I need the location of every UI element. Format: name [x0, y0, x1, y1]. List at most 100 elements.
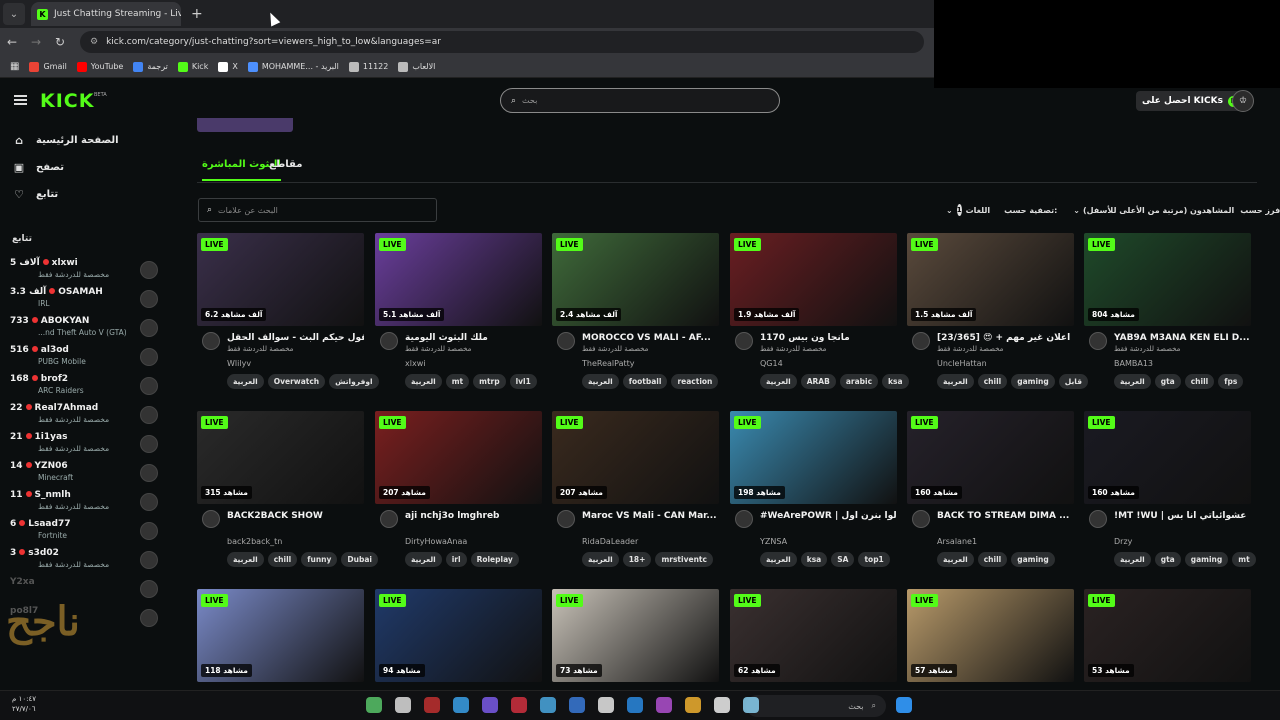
tag-chip[interactable]: العربية: [760, 374, 797, 389]
tag-chip[interactable]: gaming: [1184, 552, 1229, 567]
taskbar-app-icon[interactable]: [366, 697, 382, 713]
sidebar-channel-abokyan[interactable]: 733 ABOKYAN ...nd Theft Auto V (GTA): [10, 316, 162, 344]
tag-chip[interactable]: football: [622, 374, 668, 389]
channel-name[interactable]: Wlilyv: [227, 359, 251, 368]
url-field[interactable]: ⚙ kick.com/category/just-chatting?sort=v…: [80, 31, 924, 53]
stream-title[interactable]: MOROCCO VS MALI - AF...: [582, 333, 719, 343]
stream-thumbnail[interactable]: LIVE 5.1 آلف مشاهد: [375, 233, 542, 326]
taskbar-clock[interactable]: ١٠:٤٧ م ٢٧/٧/٠٦: [12, 694, 36, 714]
tag-chip[interactable]: العربية: [937, 374, 974, 389]
bookmark-item[interactable]: ترجمة: [133, 61, 168, 72]
stream-category[interactable]: مخصصة للدردشة فقط: [760, 345, 826, 353]
sidebar-item-browse[interactable]: ▣ تصفح: [12, 161, 64, 174]
stream-card[interactable]: LIVE 1.9 آلف مشاهد 1170 مانجا ون بيس مخصصة …: [730, 233, 909, 393]
tag-chip[interactable]: العربية: [1114, 374, 1151, 389]
tag-chip[interactable]: fps: [1218, 374, 1244, 389]
tab-clips[interactable]: مقاطع: [269, 159, 302, 170]
user-avatar[interactable]: ♔: [1232, 90, 1254, 112]
stream-card[interactable]: LIVE 6.2 آلف مشاهد يكرم ويقول حيكم البث - …: [197, 233, 379, 393]
channel-name[interactable]: DirtyHowaAnaa: [405, 537, 467, 546]
forward-arrow-icon[interactable]: →: [24, 35, 48, 49]
taskbar-app-icon[interactable]: [569, 697, 585, 713]
tag-chip[interactable]: Overwatch: [267, 374, 326, 389]
tag-chip[interactable]: mt: [445, 374, 470, 389]
taskbar-app-icon[interactable]: [627, 697, 643, 713]
stream-category[interactable]: مخصصة للدردشة فقط: [582, 345, 648, 353]
stream-title[interactable]: #WeArePOWR | تعالوا بنرن اول: [760, 511, 897, 521]
stream-thumbnail[interactable]: LIVE 160 مشاهد: [907, 411, 1074, 504]
tag-chip[interactable]: العربية: [227, 374, 264, 389]
tag-chip[interactable]: chill: [1184, 374, 1215, 389]
channel-avatar[interactable]: [380, 510, 398, 528]
channel-avatar[interactable]: [557, 332, 575, 350]
stream-card[interactable]: LIVE 315 مشاهد BACK2BACK SHOW back2back_tn ا…: [197, 411, 378, 571]
channel-avatar[interactable]: [912, 332, 930, 350]
sidebar-channel-1i1yas[interactable]: 21 1i1yas مخصصة للدردشة فقط: [10, 432, 162, 460]
channel-avatar[interactable]: [912, 510, 930, 528]
stream-card[interactable]: LIVE 804 مشاهد YAB9A M3ANA KEN ELI D... مخص…: [1084, 233, 1251, 393]
tab-search-chevron-icon[interactable]: ⌄: [3, 3, 25, 25]
stream-thumbnail[interactable]: LIVE 207 مشاهد: [375, 411, 542, 504]
channel-name[interactable]: YZNSA: [760, 537, 787, 546]
taskbar-app-icon[interactable]: [482, 697, 498, 713]
tag-chip[interactable]: mtrp: [473, 374, 506, 389]
tag-chip[interactable]: ARAB: [800, 374, 836, 389]
sidebar-channel-al3od[interactable]: 516 al3od PUBG Mobile: [10, 345, 162, 373]
stream-card[interactable]: LIVE 1.5 آلف مشاهد [23/365] 😍 + اعلان غير …: [907, 233, 1088, 393]
taskbar-search[interactable]: بحث ⌕: [746, 695, 886, 717]
stream-title[interactable]: !MT !WU | عشوائياتي انا بس: [1114, 511, 1251, 521]
site-search-input[interactable]: ⌕ بحث: [500, 88, 780, 113]
windows-start-icon[interactable]: [896, 697, 912, 713]
site-info-icon[interactable]: ⚙: [90, 37, 98, 47]
stream-thumbnail[interactable]: LIVE 160 مشاهد: [1084, 411, 1251, 504]
channel-avatar[interactable]: [380, 332, 398, 350]
stream-title[interactable]: [23/365] 😍 + اعلان غير مهم ...: [937, 333, 1074, 343]
stream-thumbnail[interactable]: LIVE 6.2 آلف مشاهد: [197, 233, 364, 326]
stream-title[interactable]: aji nchj3o lmghreb: [405, 511, 542, 521]
apps-grid-icon[interactable]: ▦: [10, 61, 19, 72]
sidebar-channel-osamah[interactable]: 3.3 آلف OSAMAH IRL: [10, 287, 162, 315]
stream-title[interactable]: Maroc VS Mali - CAN Mar...: [582, 511, 719, 521]
browser-tab-active[interactable]: K Just Chatting Streaming - Live S ✕: [31, 2, 181, 26]
stream-thumbnail[interactable]: LIVE 207 مشاهد: [552, 411, 719, 504]
taskbar-app-icon[interactable]: [395, 697, 411, 713]
stream-title[interactable]: YAB9A M3ANA KEN ELI D...: [1114, 333, 1251, 343]
tag-chip[interactable]: العربية: [227, 552, 264, 567]
stream-card[interactable]: LIVE 160 مشاهد BACK TO STREAM DIMA ... Arsa…: [907, 411, 1074, 571]
tag-chip[interactable]: العربية: [760, 552, 797, 567]
stream-thumbnail[interactable]: LIVE 198 مشاهد: [730, 411, 897, 504]
taskbar-app-icon[interactable]: [453, 697, 469, 713]
stream-thumbnail[interactable]: LIVE 804 مشاهد: [1084, 233, 1251, 326]
taskbar-app-icon[interactable]: [714, 697, 730, 713]
tag-chip[interactable]: Roleplay: [470, 552, 519, 567]
tag-chip[interactable]: gta: [1154, 374, 1181, 389]
channel-avatar[interactable]: [202, 510, 220, 528]
bookmark-item[interactable]: Gmail: [29, 61, 67, 72]
taskbar-app-icon[interactable]: [598, 697, 614, 713]
tag-chip[interactable]: ksa: [882, 374, 909, 389]
bookmark-item[interactable]: YouTube: [76, 61, 123, 72]
stream-title[interactable]: يكرم ويقول حيكم البث - سوالف الحقل...: [227, 333, 364, 343]
tag-chip[interactable]: العربية: [405, 374, 442, 389]
tag-chip[interactable]: chill: [267, 552, 298, 567]
tag-chip[interactable]: SA: [831, 552, 855, 567]
stream-thumbnail[interactable]: LIVE 53 مشاهد: [1084, 589, 1251, 682]
channel-name[interactable]: BAMBA13: [1114, 359, 1153, 368]
stream-thumbnail[interactable]: LIVE 118 مشاهد: [197, 589, 364, 682]
channel-avatar[interactable]: [202, 332, 220, 350]
get-kicks-button[interactable]: احصل على KICKs K: [1136, 91, 1245, 111]
sidebar-channel-yzn06[interactable]: 14 YZN06 Minecraft: [10, 461, 162, 489]
back-arrow-icon[interactable]: ←: [0, 35, 24, 49]
channel-name[interactable]: Arsalane1: [937, 537, 977, 546]
sidebar-channel-lsaad77[interactable]: 6 Lsaad77 Fortnite: [10, 519, 162, 547]
new-tab-icon[interactable]: +: [191, 6, 203, 22]
tag-chip[interactable]: mt: [1232, 552, 1256, 567]
stream-thumbnail[interactable]: LIVE 1.5 آلف مشاهد: [907, 233, 1074, 326]
tag-chip[interactable]: ksa: [800, 552, 828, 567]
tag-chip[interactable]: 18+: [622, 552, 652, 567]
tag-chip[interactable]: العربية: [405, 552, 442, 567]
stream-thumbnail[interactable]: LIVE 94 مشاهد: [375, 589, 542, 682]
channel-avatar[interactable]: [735, 332, 753, 350]
stream-category[interactable]: مخصصة للدردشة فقط: [1114, 345, 1180, 353]
kick-logo[interactable]: KICK: [40, 90, 94, 112]
